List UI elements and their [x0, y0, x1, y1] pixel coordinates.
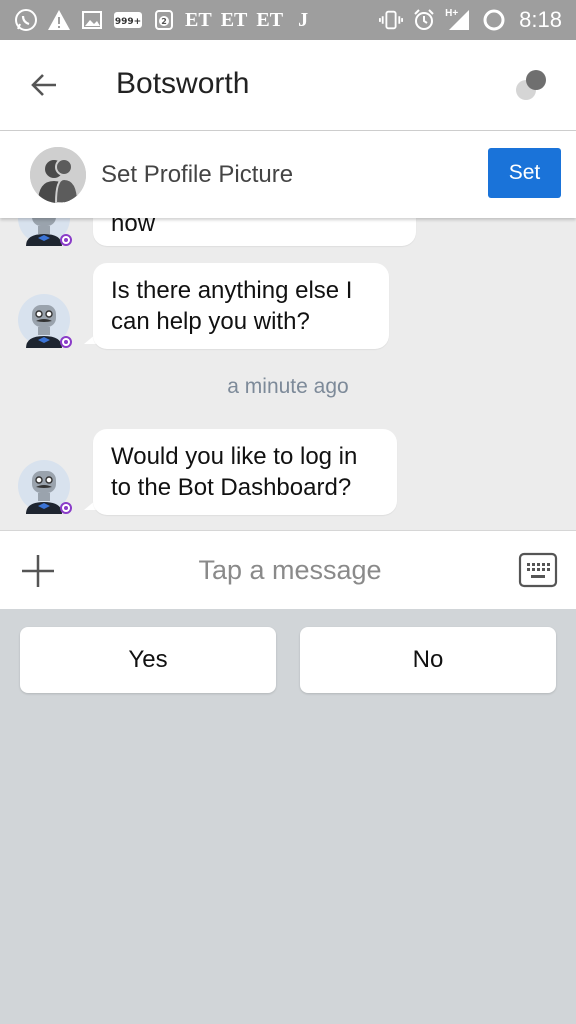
- carrier-mark: ET: [220, 8, 248, 31]
- whatsapp-icon: [14, 8, 38, 32]
- profile-picture-banner: Set Profile Picture Set: [0, 131, 576, 218]
- bot-avatar-icon: [18, 294, 72, 348]
- image-icon: [80, 8, 104, 32]
- bot-avatar-icon: [18, 218, 72, 246]
- status-bar: 999+ 2 ET ET ET J H+ 8:18: [0, 0, 576, 40]
- back-button[interactable]: [24, 65, 64, 105]
- carrier-mark: ET: [185, 8, 212, 31]
- sim-icon: 2: [152, 8, 176, 32]
- battery-icon: [482, 8, 506, 32]
- network-type-label: H+: [445, 8, 459, 19]
- clock: 8:18: [519, 7, 562, 32]
- keyboard-toggle-button[interactable]: [518, 551, 558, 589]
- message-timestamp: a minute ago: [227, 375, 349, 398]
- alarm-icon: [412, 8, 436, 32]
- message-input[interactable]: [120, 547, 460, 593]
- attach-button[interactable]: [18, 551, 58, 591]
- signal-icon: H+: [445, 8, 473, 32]
- message-line: can help you with?: [111, 308, 310, 335]
- bot-message-bubble: Is there anything else I can help you wi…: [93, 263, 389, 349]
- set-profile-picture-label: Set Profile Picture: [101, 161, 294, 188]
- quick-reply-no-button[interactable]: No: [300, 627, 556, 693]
- carrier-mark: ET: [256, 8, 284, 31]
- chat-area[interactable]: now Is there anything else I can help yo…: [0, 218, 576, 530]
- message-line: Would you like to log in: [111, 443, 358, 470]
- vibrate-icon: [379, 8, 404, 32]
- arrow-left-icon: [31, 74, 56, 96]
- message-line: Is there anything else I: [111, 277, 353, 304]
- plus-icon: [22, 555, 54, 587]
- message-line: to the Bot Dashboard?: [111, 474, 352, 501]
- app-icon: J: [298, 8, 309, 31]
- keyboard-icon: [518, 552, 558, 588]
- bot-message-bubble: now: [93, 218, 416, 246]
- warning-icon: [47, 8, 71, 32]
- message-composer: [0, 530, 576, 609]
- bot-message-bubble: Would you like to log in to the Bot Dash…: [93, 429, 397, 515]
- svg-text:2: 2: [161, 17, 167, 26]
- group-avatar-icon: [30, 147, 86, 203]
- svg-text:999+: 999+: [115, 17, 141, 27]
- app-bar: Botsworth: [0, 40, 576, 131]
- message-line: now: [111, 218, 156, 237]
- quick-reply-yes-button[interactable]: Yes: [20, 627, 276, 693]
- bot-avatar-icon: [18, 460, 72, 514]
- set-profile-picture-button[interactable]: Set: [488, 148, 561, 198]
- page-title: Botsworth: [116, 67, 250, 100]
- theme-toggle-icon[interactable]: [514, 68, 548, 102]
- notification-count-icon: 999+: [113, 8, 143, 32]
